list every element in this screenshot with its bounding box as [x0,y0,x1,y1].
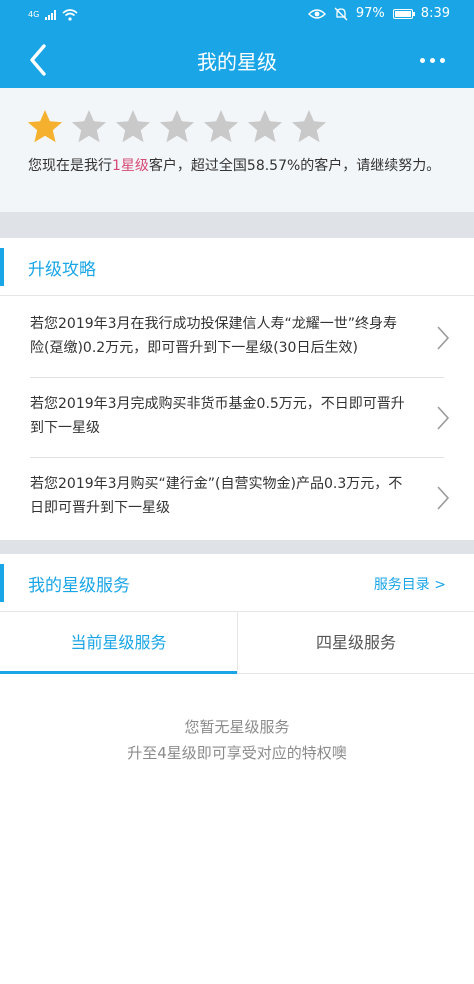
services-section-header: 我的星级服务 服务目录 > [0,554,474,612]
chevron-right-icon [437,326,450,350]
upgrade-tip-3[interactable]: 若您2019年3月购买“建行金”(自营实物金)产品0.3万元，不日即可晋升到下一… [0,458,474,538]
tab-four-star-services[interactable]: 四星级服务 [237,612,474,674]
more-button[interactable] [412,50,452,70]
rating-description: 您现在是我行1星级客户，超过全国58.57%的客户，请继续努力。 [28,158,441,174]
battery-icon [392,8,415,19]
section-accent-bar [0,564,4,602]
star-empty-icon [203,110,239,143]
network-type: 4G [28,10,40,19]
wifi-icon [62,9,78,21]
star-empty-icon [159,110,195,143]
active-tab-indicator [0,671,237,674]
status-bar: 4G 97% 8:39 [0,0,474,30]
more-dots-icon [419,57,425,63]
star-empty-icon [291,110,327,143]
chevron-right-icon [437,406,450,430]
upgrade-section-header: 升级攻略 [0,238,474,296]
signal-icon [45,10,57,20]
eye-comfort-icon [307,8,326,19]
chevron-right-icon [437,486,450,510]
star-empty-icon [71,110,107,143]
upgrade-title: 升级攻略 [28,260,96,280]
empty-state: 您暂无星级服务 升至4星级即可享受对应的特权噢 [0,714,474,766]
services-title: 我的星级服务 [28,576,130,596]
section-divider [0,212,474,238]
tab-current-level-services[interactable]: 当前星级服务 [0,612,237,674]
star-empty-icon [247,110,283,143]
battery-percent: 97% [355,6,385,21]
star-rating [26,108,328,146]
empty-message: 您暂无星级服务 [184,718,290,736]
top-bar: 4G 97% 8:39 我的星级 [0,0,474,88]
upgrade-tip-1[interactable]: 若您2019年3月在我行成功投保建信人寿“龙耀一世”终身寿险(趸缴)0.2万元，… [0,298,474,378]
nav-bar: 我的星级 [0,30,474,88]
star-rating-panel: 您现在是我行1星级客户，超过全国58.57%的客户，请继续努力。 [0,88,474,212]
clock: 8:39 [420,6,450,21]
star-filled-icon [27,110,63,143]
mute-bell-icon [334,7,348,20]
current-level: 1星级 [112,158,149,174]
service-catalog-link[interactable]: 服务目录 > [374,574,446,594]
page-title: 我的星级 [197,50,277,74]
upgrade-tip-2[interactable]: 若您2019年3月完成购买非货币基金0.5万元，不日即可晋升到下一星级 [0,378,474,458]
service-tabs: 当前星级服务 四星级服务 [0,612,474,674]
empty-hint: 升至4星级即可享受对应的特权噢 [127,744,347,762]
section-divider [0,540,474,554]
star-empty-icon [115,110,151,143]
section-accent-bar [0,248,4,286]
